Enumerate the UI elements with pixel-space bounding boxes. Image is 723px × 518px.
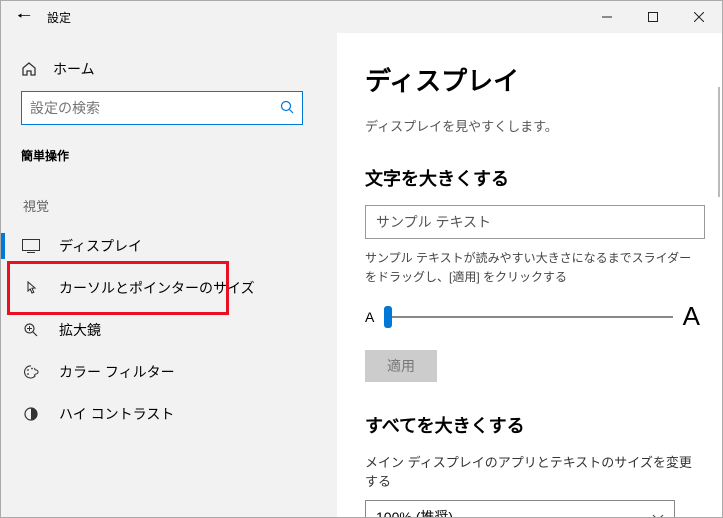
text-size-slider[interactable]	[384, 307, 672, 327]
group-title: 簡単操作	[1, 139, 337, 190]
sidebar: ホーム 簡単操作 視覚 ディスプレイ カーソルとポインターのサイズ	[1, 33, 337, 517]
search-icon	[280, 100, 294, 117]
section-text-bigger-heading: 文字を大きくする	[365, 165, 700, 191]
apply-button[interactable]: 適用	[365, 350, 437, 382]
palette-icon	[21, 364, 41, 380]
sidebar-item-high-contrast[interactable]: ハイ コントラスト	[1, 393, 337, 435]
pointer-icon	[21, 280, 41, 296]
slider-label-large: A	[683, 301, 700, 332]
home-link[interactable]: ホーム	[1, 51, 337, 91]
section-label: 視覚	[1, 190, 337, 225]
search-field[interactable]	[30, 100, 280, 116]
sidebar-item-display[interactable]: ディスプレイ	[1, 225, 337, 267]
contrast-icon	[21, 406, 41, 422]
scale-value: 100% (推奨)	[376, 507, 453, 517]
titlebar: 🠐 設定	[1, 1, 722, 33]
slider-tip: サンプル テキストが読みやすい大きさになるまでスライダーをドラッグし、[適用] …	[365, 249, 700, 287]
window-title: 設定	[47, 9, 71, 26]
home-label: ホーム	[53, 59, 95, 79]
sidebar-item-magnifier[interactable]: 拡大鏡	[1, 309, 337, 351]
display-icon	[21, 239, 41, 253]
slider-label-small: A	[365, 309, 374, 325]
chevron-down-icon	[652, 509, 664, 517]
scale-dropdown[interactable]: 100% (推奨)	[365, 500, 675, 517]
scale-description: メイン ディスプレイのアプリとテキストのサイズを変更する	[365, 452, 700, 490]
sidebar-item-label: カラー フィルター	[59, 362, 175, 382]
sidebar-item-label: 拡大鏡	[59, 320, 101, 340]
home-icon	[21, 61, 37, 77]
search-input[interactable]	[21, 91, 303, 125]
page-subtitle: ディスプレイを見やすくします。	[365, 116, 700, 135]
sidebar-item-label: カーソルとポインターのサイズ	[59, 278, 255, 298]
maximize-button[interactable]	[630, 1, 676, 33]
section-everything-bigger-heading: すべてを大きくする	[365, 412, 700, 438]
sample-text-box: サンプル テキスト	[365, 205, 705, 239]
scrollbar[interactable]	[718, 87, 720, 197]
sidebar-item-label: ディスプレイ	[59, 236, 142, 256]
sidebar-item-cursor-pointer-size[interactable]: カーソルとポインターのサイズ	[1, 267, 337, 309]
sidebar-item-label: ハイ コントラスト	[59, 404, 174, 424]
back-button[interactable]: 🠐	[17, 9, 31, 25]
close-button[interactable]	[676, 1, 722, 33]
minimize-button[interactable]	[584, 1, 630, 33]
magnifier-icon	[21, 322, 41, 338]
page-title: ディスプレイ	[365, 61, 700, 98]
content-pane: ディスプレイ ディスプレイを見やすくします。 文字を大きくする サンプル テキス…	[337, 33, 722, 517]
sidebar-item-color-filters[interactable]: カラー フィルター	[1, 351, 337, 393]
